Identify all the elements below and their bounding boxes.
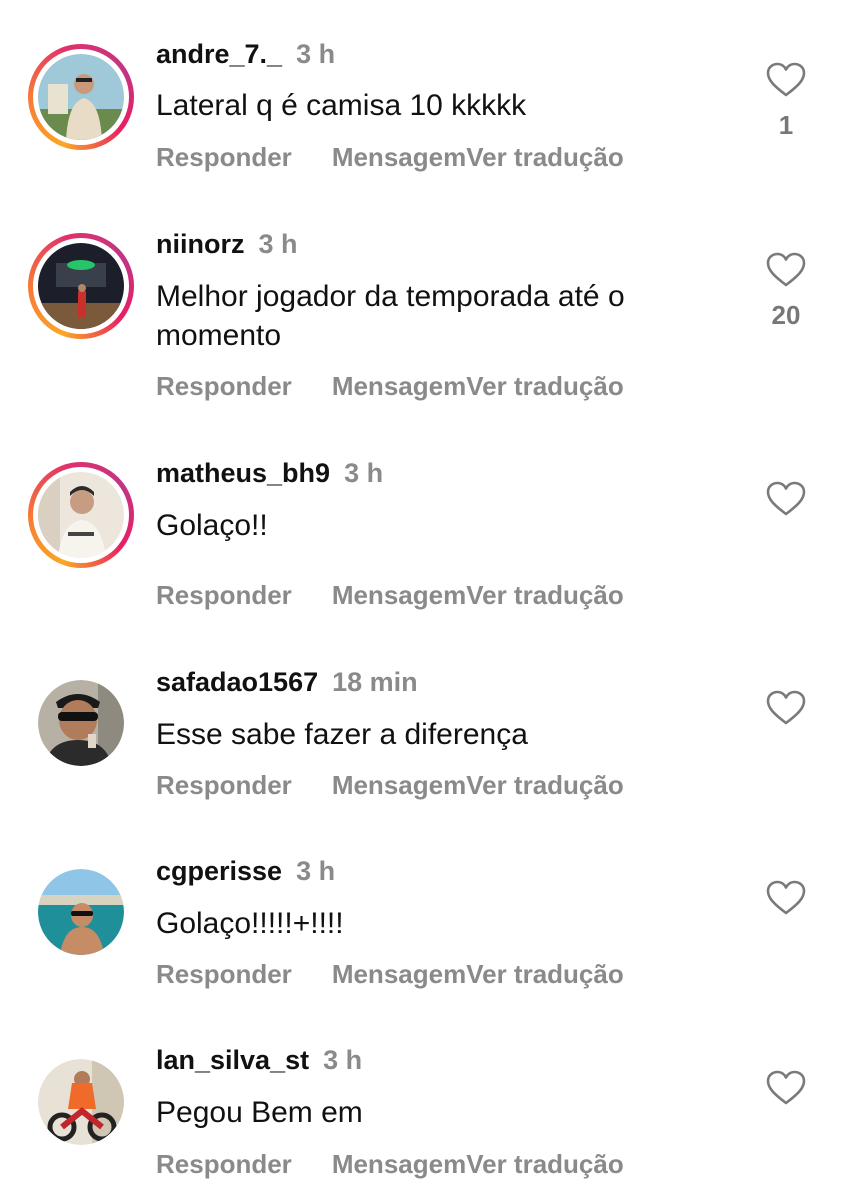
translate-button[interactable]: Ver tradução [466,770,624,800]
avatar[interactable] [38,869,124,955]
comment-username[interactable]: cgperisse [156,856,282,886]
comment-text: Melhor jogador da temporada até o moment… [156,280,625,352]
reply-button[interactable]: Responder [156,770,292,800]
like-button[interactable]: 20 [764,252,808,330]
like-button[interactable]: 1 [764,62,808,140]
message-button[interactable]: Mensagem [332,580,466,610]
like-button[interactable] [764,690,808,726]
avatar-story-ring[interactable] [28,44,134,150]
comment-timestamp: 3 h [344,458,384,488]
avatar[interactable] [38,1059,124,1145]
message-button[interactable]: Mensagem [332,142,466,172]
avatar [38,54,124,140]
heart-outline-icon [764,880,808,916]
message-button[interactable]: Mensagem [332,959,466,989]
comment-text: Esse sabe fazer a diferença [156,718,528,751]
comment-timestamp: 3 h [296,39,336,69]
reply-button[interactable]: Responder [156,580,292,610]
comment-username[interactable]: safadao1567 [156,667,318,697]
comment-username[interactable]: matheus_bh9 [156,458,330,488]
comment-text: Golaço!!!!!+!!!! [156,907,344,940]
translate-button[interactable]: Ver tradução [466,371,624,401]
like-count: 20 [771,300,801,330]
like-button[interactable] [764,481,808,517]
avatar-story-ring[interactable] [28,233,134,339]
reply-button[interactable]: Responder [156,1149,292,1179]
reply-button[interactable]: Responder [156,959,292,989]
like-button[interactable] [764,880,808,916]
comment-username[interactable]: lan_silva_st [156,1045,309,1075]
heart-outline-icon [764,62,808,98]
avatar[interactable] [38,680,124,766]
heart-outline-icon [764,252,808,288]
comment-username[interactable]: niinorz [156,229,245,259]
comment-username[interactable]: andre_7._ [156,39,282,69]
avatar [38,472,124,558]
reply-button[interactable]: Responder [156,371,292,401]
reply-button[interactable]: Responder [156,142,292,172]
avatar-story-ring[interactable] [28,462,134,568]
translate-button[interactable]: Ver tradução [466,580,624,610]
translate-button[interactable]: Ver tradução [466,1149,624,1179]
heart-outline-icon [764,481,808,517]
like-button[interactable] [764,1070,808,1106]
message-button[interactable]: Mensagem [332,770,466,800]
comment-text: Pegou Bem em [156,1096,363,1129]
avatar [38,243,124,329]
like-count: 1 [778,110,794,140]
comment-timestamp: 3 h [258,229,298,259]
comment-timestamp: 3 h [296,856,336,886]
comment-text: Lateral q é camisa 10 kkkkk [156,89,527,122]
message-button[interactable]: Mensagem [332,371,466,401]
translate-button[interactable]: Ver tradução [466,959,624,989]
comment-timestamp: 18 min [332,667,418,697]
heart-outline-icon [764,690,808,726]
heart-outline-icon [764,1070,808,1106]
translate-button[interactable]: Ver tradução [466,142,624,172]
comment-text: Golaço!! [156,509,268,542]
comment-timestamp: 3 h [323,1045,363,1075]
message-button[interactable]: Mensagem [332,1149,466,1179]
